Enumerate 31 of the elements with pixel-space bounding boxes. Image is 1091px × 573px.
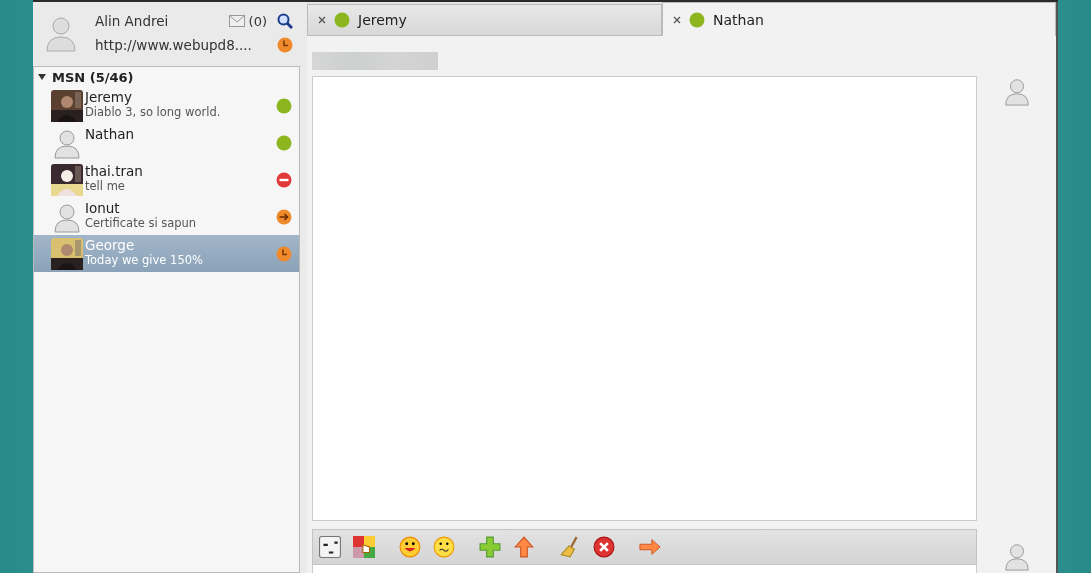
group-label[interactable]: MSN (5/46) [52,69,134,85]
contact-name: thai.tran [85,163,144,179]
up-arrow-icon[interactable] [513,536,535,558]
contact-message: Certificate si sapun [85,216,198,230]
smiley-icon[interactable] [433,536,455,558]
color-palette-icon[interactable] [353,536,375,558]
contact-item[interactable]: Nathan [34,124,299,161]
smiley-icon[interactable] [399,536,421,558]
contact-item[interactable]: Jeremy Diablo 3, so long world. [34,87,299,124]
contact-name: Ionut [85,200,121,216]
account-name: Alin Andrei [95,13,170,29]
contact-item[interactable]: thai.tran tell me [34,161,299,198]
close-icon[interactable] [673,15,681,24]
contact-name: Nathan [85,126,136,142]
contact-message: tell me [85,179,126,193]
chat-tab[interactable]: Jeremy [307,4,662,36]
contact-name: Jeremy [85,89,133,105]
search-icon[interactable] [277,13,293,29]
close-icon[interactable] [593,536,615,558]
right-arrow-icon[interactable] [639,536,661,558]
contact-message: Today we give 150% [85,253,204,267]
message-input[interactable] [312,565,977,573]
font-icon[interactable] [319,536,341,558]
contact-name: George [85,237,136,253]
account-message[interactable]: http://www.webupd8.... [95,37,273,53]
contact-item[interactable]: Ionut Certificate si sapun [34,198,299,235]
contact-message: Diablo 3, so long world. [85,105,222,119]
close-icon[interactable] [318,16,326,24]
mail-count: (0) [248,13,267,29]
chat-tab[interactable]: Nathan [662,2,1056,36]
status-icon[interactable] [277,37,293,53]
